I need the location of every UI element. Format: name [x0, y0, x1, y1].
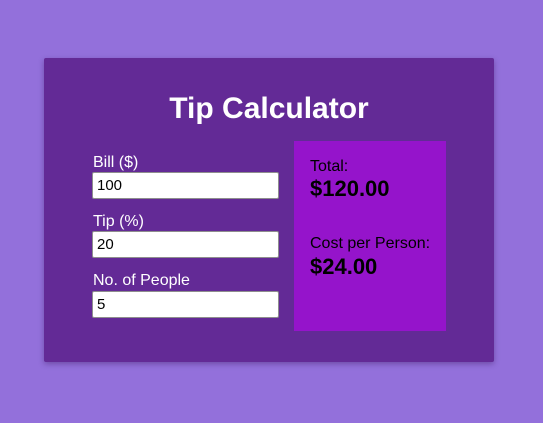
people-count-input[interactable]	[92, 291, 279, 318]
total-amount: $120.00	[310, 176, 390, 201]
people-label: No. of People	[93, 272, 190, 289]
tip-label: Tip (%)	[93, 213, 144, 230]
bill-input[interactable]	[92, 172, 279, 199]
tip-percent-input[interactable]	[92, 231, 279, 258]
total-label: Total:	[310, 158, 349, 175]
page-title: Tip Calculator	[169, 92, 369, 125]
results-panel: Total: $120.00 Cost per Person: $24.00	[294, 141, 446, 331]
cost-per-person-amount: $24.00	[310, 254, 378, 279]
tip-calculator-card: Tip Calculator Bill ($) Tip (%) No. of P…	[44, 58, 494, 362]
cost-per-person-label: Cost per Person:	[310, 235, 431, 252]
bill-label: Bill ($)	[93, 154, 139, 171]
